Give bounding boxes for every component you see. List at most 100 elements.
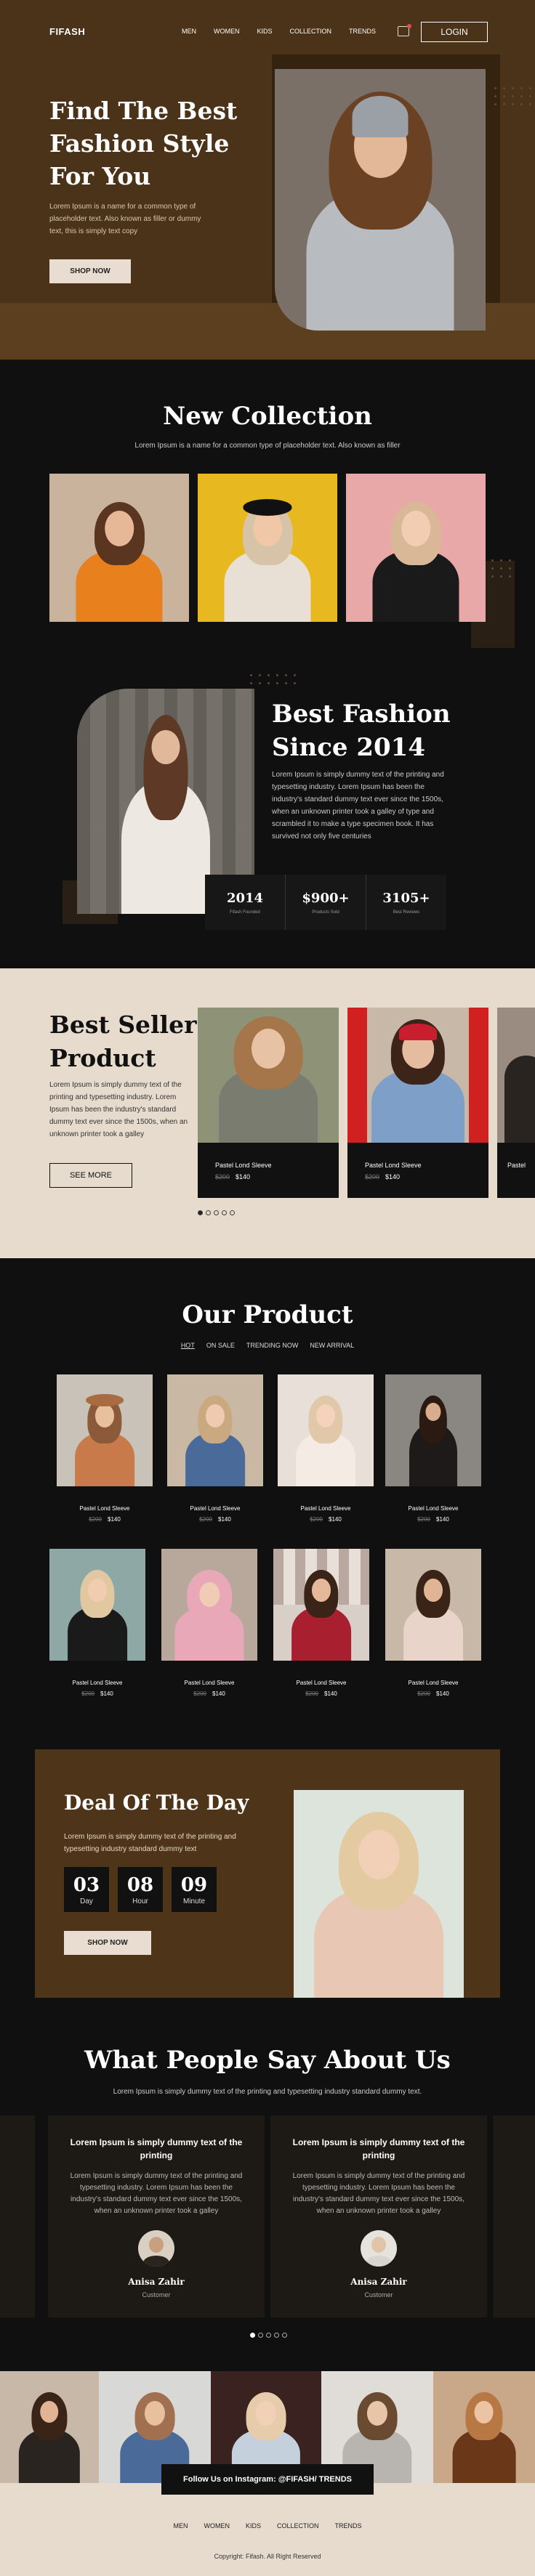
footer-link-women[interactable]: WOMEN bbox=[204, 2522, 230, 2530]
logo[interactable]: FIFASH bbox=[49, 26, 85, 37]
top-nav: FIFASH MEN WOMEN KIDS COLLECTION TRENDS … bbox=[0, 17, 535, 46]
timer-value: 09 bbox=[180, 1874, 208, 1896]
testimonial-name: Anisa Zahir bbox=[128, 2277, 185, 2287]
nav-link-women[interactable]: WOMEN bbox=[214, 28, 240, 35]
login-button[interactable]: LOGIN bbox=[421, 22, 488, 42]
pager-dot[interactable] bbox=[206, 1210, 211, 1215]
product-item[interactable]: Pastel Lond Sleeve $200 $140 bbox=[273, 1549, 369, 1697]
product-photo bbox=[278, 1374, 374, 1486]
product-price: $200 $140 bbox=[417, 1690, 449, 1697]
product-card[interactable]: Pastel bbox=[497, 1008, 535, 1198]
pager-dot[interactable] bbox=[222, 1210, 227, 1215]
product-item[interactable]: Pastel Lond Sleeve $200 $140 bbox=[49, 1549, 145, 1697]
nav-link-men[interactable]: MEN bbox=[182, 28, 196, 35]
copyright: Copyright: Fifash. All Right Reserved bbox=[214, 2553, 321, 2560]
tab-new-arrival[interactable]: NEW ARRIVAL bbox=[310, 1342, 354, 1349]
pager-dot[interactable] bbox=[230, 1210, 235, 1215]
testimonials-subtitle: Lorem Ipsum is simply dummy text of the … bbox=[113, 2088, 422, 2096]
product-price: $200 $140 bbox=[305, 1690, 337, 1697]
timer-hours: 08 Hour bbox=[118, 1867, 163, 1912]
collection-photo[interactable] bbox=[346, 474, 486, 622]
hero-title: Find The Best Fashion Style For You bbox=[49, 97, 238, 190]
best-seller-title: Best Seller Product bbox=[49, 1010, 197, 1072]
pager-dot[interactable] bbox=[258, 2333, 263, 2338]
stat-products-sold: $900+ Products Sold bbox=[286, 875, 366, 930]
pager-dot[interactable] bbox=[198, 1210, 203, 1215]
best-seller-pager bbox=[198, 1210, 235, 1215]
avatar bbox=[138, 2230, 174, 2267]
product-price: $200 $140 bbox=[417, 1516, 449, 1523]
collection-photo[interactable] bbox=[49, 474, 189, 622]
instagram-photo[interactable] bbox=[0, 2371, 99, 2483]
stat-founded: 2014 Fifash Founded bbox=[205, 875, 286, 930]
pager-dot[interactable] bbox=[214, 1210, 219, 1215]
tab-hot[interactable]: HOT bbox=[181, 1342, 195, 1349]
best-seller-section: Best Seller Product Lorem Ipsum is simpl… bbox=[0, 968, 535, 1258]
stat-reviews: 3105+ Best Reviews bbox=[366, 875, 446, 930]
page: FIFASH MEN WOMEN KIDS COLLECTION TRENDS … bbox=[0, 0, 535, 2576]
deal-title: Deal Of The Day bbox=[64, 1791, 249, 1815]
product-photo bbox=[273, 1549, 369, 1661]
testimonials-title: What People Say About Us bbox=[84, 2046, 451, 2075]
hero-section: FIFASH MEN WOMEN KIDS COLLECTION TRENDS … bbox=[0, 0, 535, 360]
testimonial-card: Lorem Ipsum is simply dummy text of the … bbox=[48, 2115, 265, 2317]
pager-dot[interactable] bbox=[274, 2333, 279, 2338]
footer-link-kids[interactable]: KIDS bbox=[246, 2522, 261, 2530]
tab-trending-now[interactable]: TRENDING NOW bbox=[246, 1342, 299, 1349]
product-name: Pastel Lond Sleeve bbox=[300, 1505, 351, 1512]
nav-link-kids[interactable]: KIDS bbox=[257, 28, 273, 35]
product-price: $200 $140 bbox=[365, 1173, 401, 1180]
product-card[interactable]: Pastel Lond Sleeve $200 $140 bbox=[347, 1008, 488, 1198]
see-more-button[interactable]: SEE MORE bbox=[49, 1163, 132, 1188]
stat-value: $900+ bbox=[302, 890, 350, 906]
stat-label: Best Reviews bbox=[393, 910, 420, 915]
product-item[interactable]: Pastel Lond Sleeve $200 $140 bbox=[167, 1374, 263, 1523]
product-price: $200 $140 bbox=[215, 1173, 251, 1180]
instagram-follow-banner[interactable]: Follow Us on Instagram: @FIFASH/ TRENDS bbox=[161, 2464, 374, 2495]
footer: Follow Us on Instagram: @FIFASH/ TRENDS … bbox=[0, 2464, 535, 2576]
stat-value: 3105+ bbox=[382, 890, 430, 906]
product-item[interactable]: Pastel Lond Sleeve $200 $140 bbox=[278, 1374, 374, 1523]
product-item[interactable]: Pastel Lond Sleeve $200 $140 bbox=[161, 1549, 257, 1697]
stat-label: Products Sold bbox=[312, 910, 339, 915]
pager-dot[interactable] bbox=[266, 2333, 271, 2338]
nav-link-collection[interactable]: COLLECTION bbox=[290, 28, 332, 35]
shop-now-button[interactable]: SHOP NOW bbox=[49, 259, 131, 283]
about-title: Best Fashion Since 2014 bbox=[272, 700, 451, 762]
nav-links: MEN WOMEN KIDS COLLECTION TRENDS bbox=[182, 28, 376, 35]
footer-link-collection[interactable]: COLLECTION bbox=[277, 2522, 319, 2530]
deal-shop-now-button[interactable]: SHOP NOW bbox=[64, 1931, 151, 1955]
product-photo bbox=[161, 1549, 257, 1661]
product-name: Pastel Lond Sleeve bbox=[408, 1505, 459, 1512]
product-item[interactable]: Pastel Lond Sleeve $200 $140 bbox=[57, 1374, 153, 1523]
product-name: Pastel Lond Sleeve bbox=[79, 1505, 130, 1512]
pager-dot[interactable] bbox=[250, 2333, 255, 2338]
cart-badge bbox=[407, 24, 411, 28]
product-card[interactable]: Pastel Lond Sleeve $200 $140 bbox=[198, 1008, 339, 1198]
product-name: Pastel Lond Sleeve bbox=[184, 1680, 235, 1686]
hero-model-photo bbox=[275, 69, 486, 331]
product-price: $200 $140 bbox=[193, 1690, 225, 1697]
product-name: Pastel Lond Sleeve bbox=[215, 1162, 272, 1169]
product-photo bbox=[57, 1374, 153, 1486]
pager-dot[interactable] bbox=[282, 2333, 287, 2338]
timer-days: 03 Day bbox=[64, 1867, 109, 1912]
footer-links: MEN WOMEN KIDS COLLECTION TRENDS bbox=[0, 2522, 535, 2530]
footer-link-trends[interactable]: TRENDS bbox=[335, 2522, 362, 2530]
tab-on-sale[interactable]: ON SALE bbox=[206, 1342, 235, 1349]
footer-link-men[interactable]: MEN bbox=[173, 2522, 188, 2530]
product-item[interactable]: Pastel Lond Sleeve $200 $140 bbox=[385, 1374, 481, 1523]
timer-minutes: 09 Minute bbox=[172, 1867, 217, 1912]
deal-description: Lorem Ipsum is simply dummy text of the … bbox=[64, 1833, 236, 1853]
collection-photo[interactable] bbox=[198, 474, 337, 622]
timer-label: Minute bbox=[182, 1897, 205, 1905]
product-item[interactable]: Pastel Lond Sleeve $200 $140 bbox=[385, 1549, 481, 1697]
cart-icon[interactable] bbox=[398, 24, 411, 36]
nav-link-trends[interactable]: TRENDS bbox=[349, 28, 376, 35]
countdown-timer: 03 Day 08 Hour 09 Minute bbox=[64, 1867, 217, 1912]
stat-value: 2014 bbox=[226, 890, 264, 906]
timer-label: Day bbox=[80, 1897, 93, 1905]
instagram-photo[interactable] bbox=[433, 2371, 535, 2483]
stats-bar: 2014 Fifash Founded $900+ Products Sold … bbox=[205, 875, 446, 930]
product-photo bbox=[167, 1374, 263, 1486]
